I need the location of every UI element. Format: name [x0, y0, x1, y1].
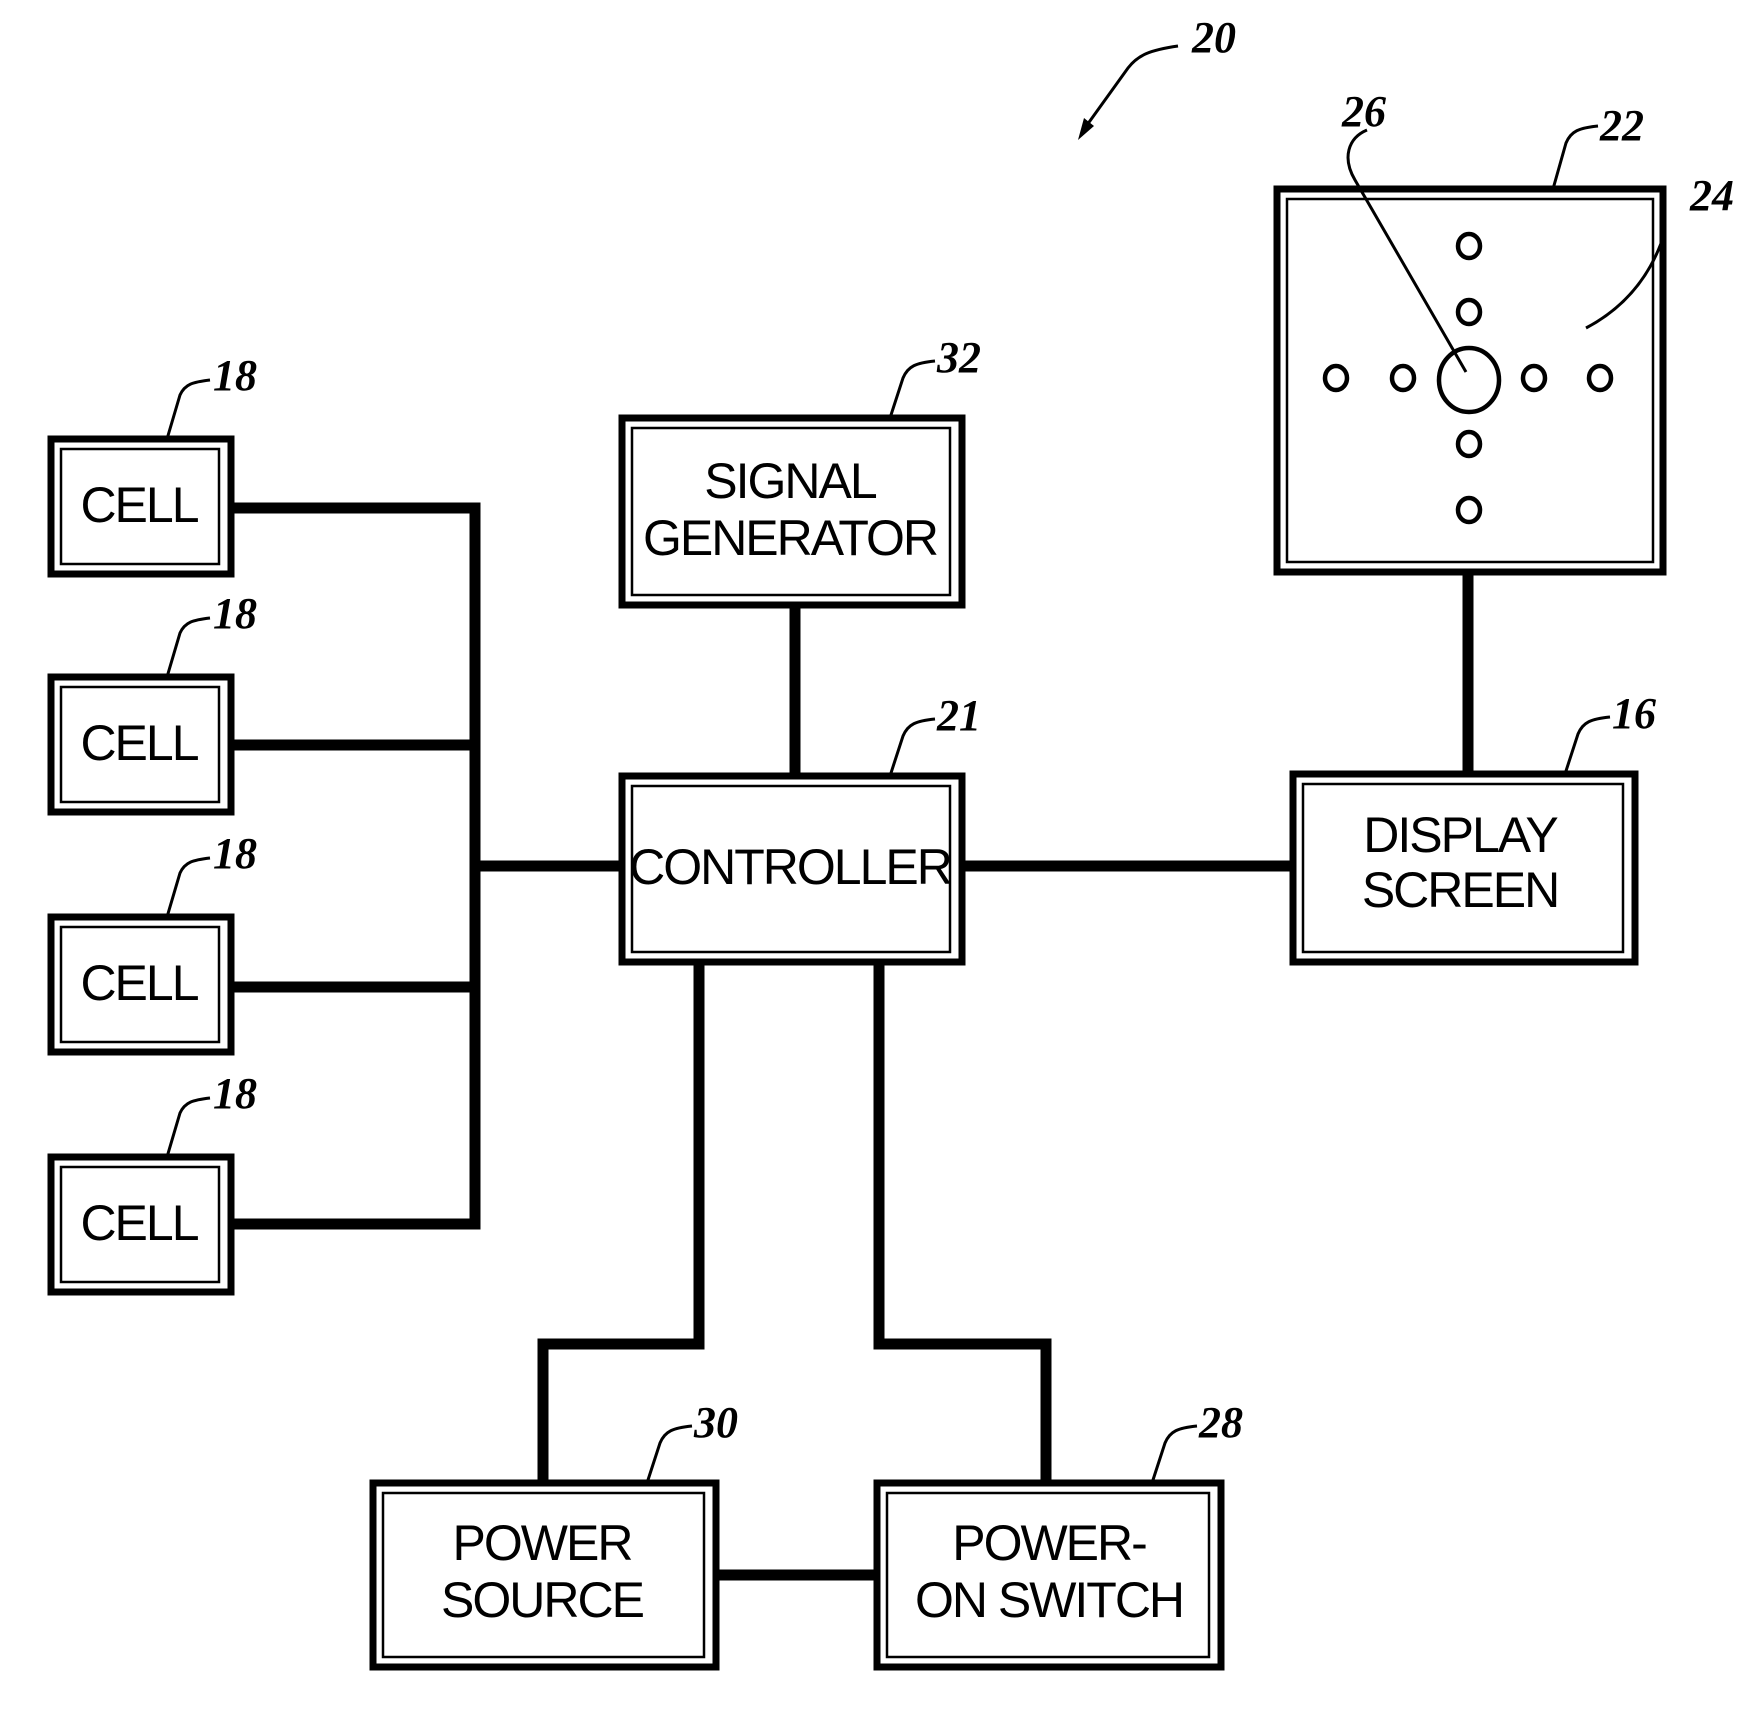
cell-label: CELL [80, 955, 198, 1011]
cell-leader [165, 856, 211, 918]
power-source-block[interactable]: POWER SOURCE 30 [369, 1398, 738, 1671]
cell-label: CELL [80, 715, 198, 771]
power-switch-label-line1: POWER- [952, 1515, 1146, 1571]
cell-block-4[interactable]: CELL 18 [47, 1069, 257, 1296]
power-source-label-line2: SOURCE [441, 1572, 644, 1628]
power-source-leader [645, 1424, 693, 1484]
power-source-ref: 30 [693, 1398, 738, 1447]
signal-generator-block[interactable]: SIGNAL GENERATOR 32 [618, 333, 981, 609]
panel-ref: 22 [1599, 101, 1644, 150]
cell-label: CELL [80, 1195, 198, 1251]
signal-generator-label-line1: SIGNAL [704, 453, 877, 509]
display-panel[interactable]: 22 24 26 [1273, 87, 1734, 576]
controller-leader [888, 717, 936, 777]
signal-generator-label-line2: GENERATOR [643, 510, 937, 566]
power-switch-leader [1150, 1424, 1198, 1484]
arrowhead-icon [1078, 118, 1094, 140]
controller-ref: 21 [936, 691, 981, 740]
signal-generator-ref: 32 [936, 333, 981, 382]
display-screen-block[interactable]: DISPLAY SCREEN 16 [1289, 689, 1656, 966]
cell-ref: 18 [213, 1069, 257, 1118]
center-ref: 26 [1341, 87, 1386, 136]
power-on-switch-block[interactable]: POWER- ON SWITCH 28 [873, 1398, 1243, 1671]
cell-leader [165, 378, 211, 440]
cell-ref: 18 [213, 351, 257, 400]
controller-block[interactable]: CONTROLLER 21 [618, 691, 981, 966]
figure-ref-label: 20 [1191, 13, 1236, 62]
figure-arrow [1080, 44, 1179, 133]
cell-leader [165, 1096, 211, 1158]
power-switch-ref: 28 [1198, 1398, 1243, 1447]
figure-ref: 20 [1078, 13, 1236, 140]
cell-ref: 18 [213, 589, 257, 638]
controller-label: CONTROLLER [629, 839, 951, 895]
cell-block-3[interactable]: CELL 18 [47, 829, 257, 1056]
wire-controller-power-source [537, 956, 705, 1489]
power-source-label-line1: POWER [453, 1515, 632, 1571]
panel-leader [1551, 124, 1599, 190]
wires [225, 502, 1474, 1581]
power-switch-label-line2: ON SWITCH [915, 1572, 1183, 1628]
cell-label: CELL [80, 477, 198, 533]
wire-controller-power-switch [873, 956, 1052, 1489]
display-screen-leader [1563, 715, 1611, 775]
cell-block-1[interactable]: CELL 18 [47, 351, 257, 578]
block-diagram: 20 CELL 18 CELL 18 CELL 18 CELL 18 SIGNA… [47, 13, 1734, 1671]
surface-ref: 24 [1689, 171, 1734, 220]
display-screen-label-line2: SCREEN [1362, 862, 1558, 918]
signal-generator-leader [888, 359, 936, 419]
display-screen-ref: 16 [1612, 689, 1656, 738]
cell-block-2[interactable]: CELL 18 [47, 589, 257, 816]
cell-leader [165, 616, 211, 678]
display-screen-label-line1: DISPLAY [1363, 807, 1558, 863]
cell-ref: 18 [213, 829, 257, 878]
